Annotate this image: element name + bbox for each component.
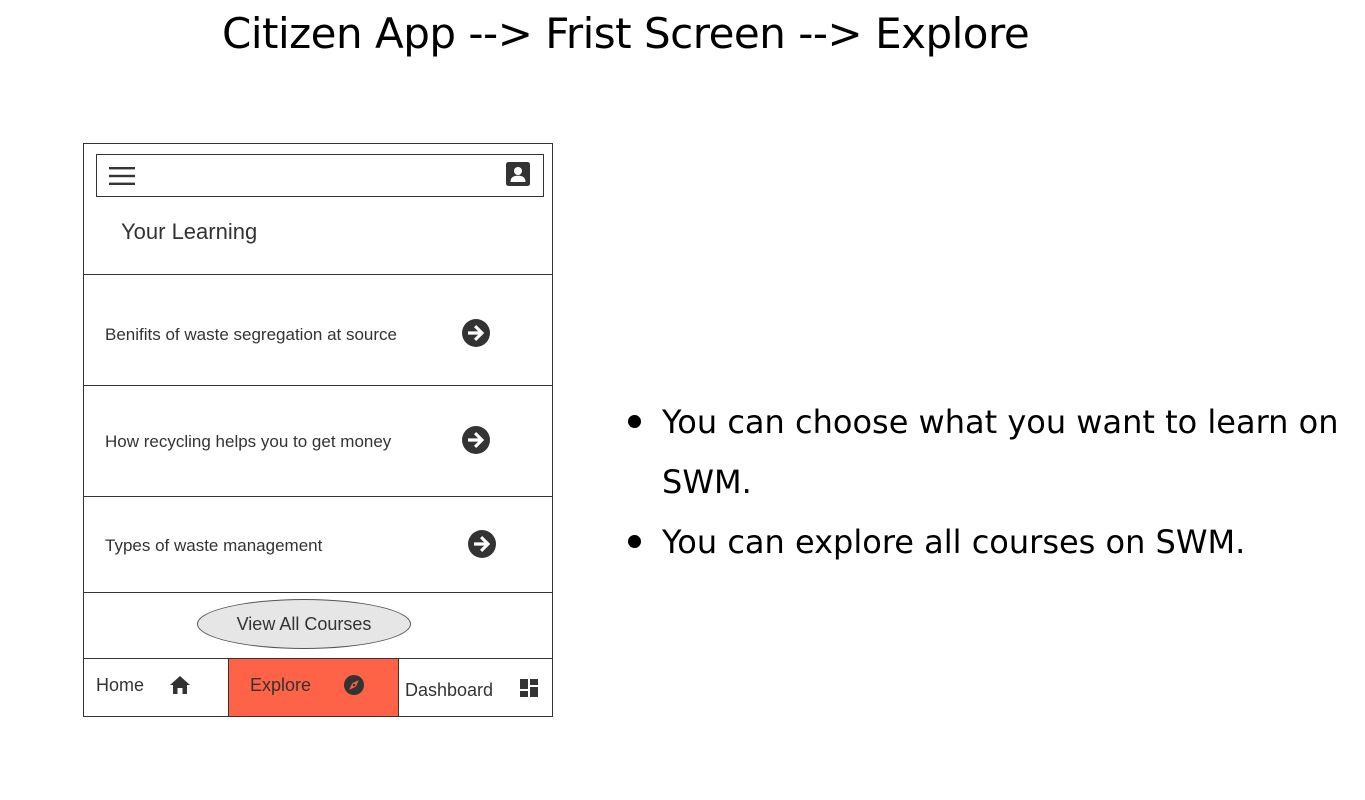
home-icon (170, 676, 190, 694)
phone-wireframe: Your Learning Benifits of waste segregat… (83, 143, 553, 717)
app-top-bar (96, 154, 544, 197)
nav-label: Dashboard (405, 680, 494, 700)
arrow-right-circle-icon[interactable] (461, 318, 491, 348)
nav-item-dashboard[interactable]: Dashboard (399, 659, 552, 716)
course-item-recycling-money[interactable]: How recycling helps you to get money (84, 385, 552, 497)
nav-item-explore[interactable]: Explore (228, 659, 399, 716)
notes-list: You can choose what you want to learn on… (628, 392, 1348, 572)
bullet-icon (628, 415, 641, 428)
course-item-waste-management-types[interactable]: Types of waste management (84, 496, 552, 593)
note-text: You can explore all courses on SWM. (662, 523, 1246, 561)
arrow-right-circle-icon[interactable] (467, 529, 497, 559)
menu-icon[interactable] (109, 166, 135, 186)
course-label: How recycling helps you to get money (105, 432, 392, 451)
profile-icon[interactable] (506, 162, 530, 186)
bullet-icon (628, 535, 641, 548)
compass-icon (344, 675, 364, 695)
arrow-right-circle-icon[interactable] (461, 425, 491, 455)
nav-label: Explore (250, 675, 312, 695)
bottom-nav: Home Explore Dashboard (84, 658, 552, 716)
dashboard-icon (520, 679, 538, 697)
note-item: You can explore all courses on SWM. (628, 512, 1348, 572)
course-item-waste-segregation[interactable]: Benifits of waste segregation at source (84, 274, 552, 386)
course-label: Benifits of waste segregation at source (105, 325, 397, 344)
nav-label: Home (96, 675, 145, 695)
note-item: You can choose what you want to learn on… (628, 392, 1348, 512)
note-text: You can choose what you want to learn on… (662, 403, 1339, 501)
view-all-row: View All Courses (84, 592, 552, 659)
nav-item-home[interactable]: Home (84, 659, 229, 716)
page-title: Citizen App --> Frist Screen --> Explore (222, 9, 1030, 58)
section-title-your-learning: Your Learning (121, 219, 258, 244)
view-all-courses-button[interactable]: View All Courses (197, 599, 411, 649)
course-label: Types of waste management (105, 536, 323, 555)
